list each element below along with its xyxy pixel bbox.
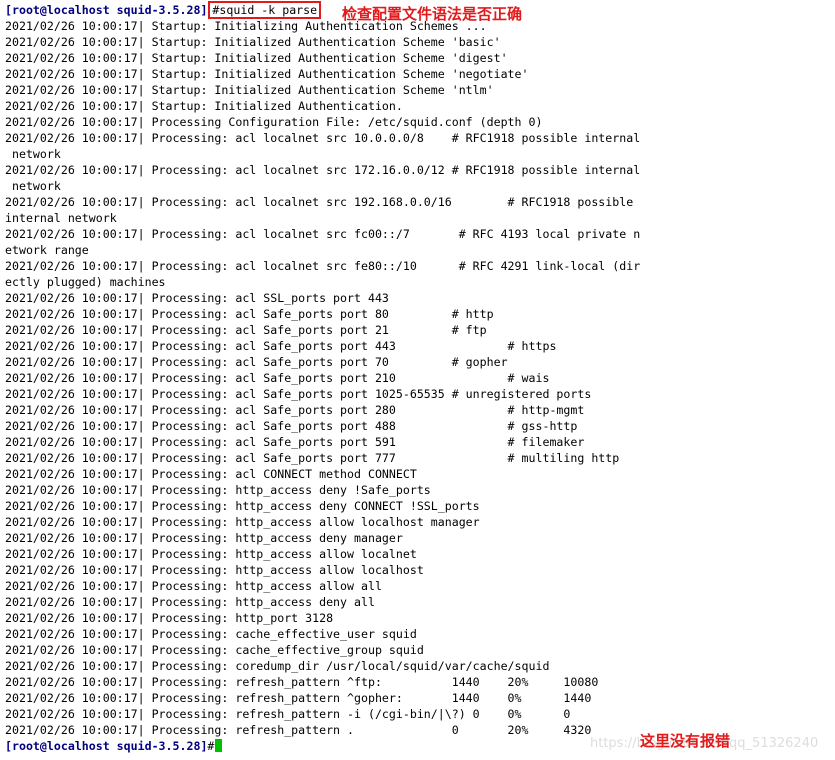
command-text: #squid -k parse — [208, 1, 322, 19]
log-line: 2021/02/26 10:00:17| Processing: coredum… — [5, 659, 550, 673]
shell-prompt: [root@localhost squid-3.5.28] — [5, 3, 208, 17]
log-line: 2021/02/26 10:00:17| Startup: Initialize… — [5, 35, 501, 49]
log-line: 2021/02/26 10:00:17| Processing: http_po… — [5, 611, 334, 625]
log-line: 2021/02/26 10:00:17| Processing: acl Saf… — [5, 371, 550, 385]
log-line: 2021/02/26 10:00:17| Processing: acl SSL… — [5, 291, 389, 305]
log-line: network — [5, 179, 61, 193]
text-cursor — [215, 739, 223, 752]
log-line: 2021/02/26 10:00:17| Processing Configur… — [5, 115, 543, 129]
annotation-no-error: 这里没有报错 — [640, 732, 731, 750]
command-line: [root@localhost squid-3.5.28] #squid -k p… — [5, 1, 640, 19]
final-prompt-line[interactable]: [root@localhost squid-3.5.28]# — [5, 738, 640, 754]
log-line: 2021/02/26 10:00:17| Processing: acl Saf… — [5, 403, 585, 417]
log-line: 2021/02/26 10:00:17| Processing: acl Saf… — [5, 387, 592, 401]
log-line: network — [5, 147, 61, 161]
log-line: 2021/02/26 10:00:17| Processing: refresh… — [5, 675, 599, 689]
log-line: 2021/02/26 10:00:17| Processing: acl CON… — [5, 467, 417, 481]
log-line: 2021/02/26 10:00:17| Processing: acl loc… — [5, 163, 641, 177]
log-line: 2021/02/26 10:00:17| Startup: Initialize… — [5, 83, 494, 97]
log-line: 2021/02/26 10:00:17| Processing: acl Saf… — [5, 339, 557, 353]
log-line: 2021/02/26 10:00:17| Processing: http_ac… — [5, 531, 403, 545]
log-line: 2021/02/26 10:00:17| Processing: http_ac… — [5, 483, 431, 497]
log-line: 2021/02/26 10:00:17| Processing: acl Saf… — [5, 451, 620, 465]
log-line: 2021/02/26 10:00:17| Processing: http_ac… — [5, 499, 480, 513]
log-line: 2021/02/26 10:00:17| Startup: Initialize… — [5, 67, 529, 81]
log-line: 2021/02/26 10:00:17| Startup: Initialize… — [5, 51, 508, 65]
final-prompt-symbol: # — [207, 739, 215, 753]
log-line: 2021/02/26 10:00:17| Processing: http_ac… — [5, 579, 382, 593]
terminal-output: [root@localhost squid-3.5.28] #squid -k p… — [5, 1, 640, 754]
log-line: 2021/02/26 10:00:17| Processing: refresh… — [5, 691, 592, 705]
log-line: 2021/02/26 10:00:17| Processing: acl Saf… — [5, 419, 578, 433]
log-line: etwork range — [5, 243, 89, 257]
log-line: 2021/02/26 10:00:17| Processing: acl loc… — [5, 131, 641, 145]
log-line: 2021/02/26 10:00:17| Processing: acl Saf… — [5, 323, 487, 337]
log-line: 2021/02/26 10:00:17| Processing: acl Saf… — [5, 355, 508, 369]
log-line: ectly plugged) machines — [5, 275, 166, 289]
log-line: internal network — [5, 211, 117, 225]
log-line: 2021/02/26 10:00:17| Startup: Initialize… — [5, 99, 403, 113]
log-line: 2021/02/26 10:00:17| Processing: cache_e… — [5, 627, 417, 641]
log-line: 2021/02/26 10:00:17| Processing: acl Saf… — [5, 307, 494, 321]
log-line: 2021/02/26 10:00:17| Processing: http_ac… — [5, 563, 424, 577]
log-line: 2021/02/26 10:00:17| Processing: acl loc… — [5, 195, 634, 209]
log-line: 2021/02/26 10:00:17| Processing: http_ac… — [5, 547, 417, 561]
final-shell-prompt: [root@localhost squid-3.5.28] — [5, 739, 208, 753]
log-line: 2021/02/26 10:00:17| Processing: acl Saf… — [5, 435, 585, 449]
annotation-check-syntax: 检查配置文件语法是否正确 — [342, 5, 523, 23]
log-line: 2021/02/26 10:00:17| Processing: http_ac… — [5, 595, 375, 609]
log-line: 2021/02/26 10:00:17| Processing: acl loc… — [5, 227, 641, 241]
log-line: 2021/02/26 10:00:17| Processing: http_ac… — [5, 515, 480, 529]
log-line: 2021/02/26 10:00:17| Startup: Initializi… — [5, 19, 487, 33]
log-lines: 2021/02/26 10:00:17| Startup: Initializi… — [5, 18, 640, 738]
log-line: 2021/02/26 10:00:17| Processing: acl loc… — [5, 259, 641, 273]
log-line: 2021/02/26 10:00:17| Processing: refresh… — [5, 723, 592, 737]
log-line: 2021/02/26 10:00:17| Processing: refresh… — [5, 707, 571, 721]
log-line: 2021/02/26 10:00:17| Processing: cache_e… — [5, 643, 424, 657]
